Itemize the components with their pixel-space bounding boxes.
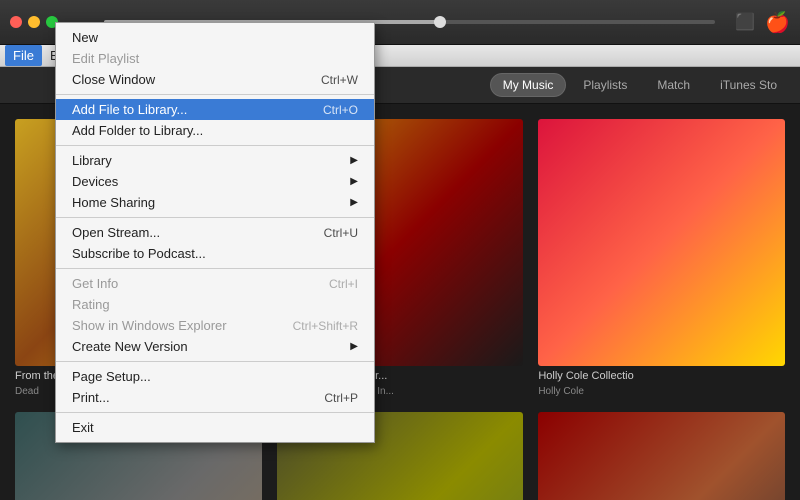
shortcut-label: Ctrl+I [329, 277, 358, 291]
dropdown-item-home-sharing[interactable]: Home Sharing ▶ [56, 192, 374, 213]
tab-itunes-sto[interactable]: iTunes Sto [707, 73, 790, 97]
shortcut-label: Ctrl+P [324, 391, 358, 405]
dropdown-item-print[interactable]: Print... Ctrl+P [56, 387, 374, 408]
submenu-arrow: ▶ [350, 155, 358, 166]
menu-item-file[interactable]: File [5, 45, 42, 66]
menu-separator [56, 412, 374, 413]
dropdown-item-devices[interactable]: Devices ▶ [56, 171, 374, 192]
dropdown-item-new[interactable]: New [56, 27, 374, 48]
dropdown-item-add-folder-to-library[interactable]: Add Folder to Library... [56, 120, 374, 141]
album-card[interactable]: Various PositionsLeonard Cohen [538, 412, 785, 500]
dropdown-item-close-window[interactable]: Close Window Ctrl+W [56, 69, 374, 90]
minimize-button[interactable] [28, 16, 40, 28]
menu-label: Create New Version [72, 339, 188, 354]
menu-label: Subscribe to Podcast... [72, 246, 206, 261]
tab-playlists[interactable]: Playlists [570, 73, 640, 97]
menu-label: New [72, 30, 98, 45]
menu-label: Add Folder to Library... [72, 123, 203, 138]
dropdown-item-add-file-to-library[interactable]: Add File to Library... Ctrl+O [56, 99, 374, 120]
submenu-arrow: ▶ [350, 341, 358, 352]
close-button[interactable] [10, 16, 22, 28]
submenu-arrow: ▶ [350, 197, 358, 208]
dropdown-item-show-in-windows-explorer: Show in Windows Explorer Ctrl+Shift+R [56, 315, 374, 336]
menu-separator [56, 217, 374, 218]
menu-label: Library [72, 153, 112, 168]
dropdown-item-edit-playlist: Edit Playlist [56, 48, 374, 69]
menu-label: Add File to Library... [72, 102, 187, 117]
dropdown-item-subscribe-to-podcast[interactable]: Subscribe to Podcast... [56, 243, 374, 264]
album-card[interactable]: Holly Cole Collectio Holly Cole [538, 119, 785, 397]
shortcut-label: Ctrl+U [324, 226, 358, 240]
menu-label: Print... [72, 390, 110, 405]
tab-my-music[interactable]: My Music [490, 73, 567, 97]
menu-label: Show in Windows Explorer [72, 318, 227, 333]
menu-label: Close Window [72, 72, 155, 87]
album-art [538, 119, 785, 366]
dropdown-item-get-info: Get Info Ctrl+I [56, 273, 374, 294]
menu-separator [56, 94, 374, 95]
apple-logo: 🍎 [765, 10, 790, 35]
menu-label: Rating [72, 297, 110, 312]
album-artist: Holly Cole [538, 386, 785, 397]
airplay-icon[interactable]: ⬛ [735, 12, 755, 32]
menu-label: Page Setup... [72, 369, 151, 384]
menu-label: Get Info [72, 276, 118, 291]
album-art [538, 412, 785, 500]
dropdown-item-rating: Rating [56, 294, 374, 315]
progress-thumb [434, 16, 446, 28]
file-dropdown: New Edit Playlist Close Window Ctrl+W Add Fi… [55, 22, 375, 443]
dropdown-item-exit[interactable]: Exit [56, 417, 374, 438]
submenu-arrow: ▶ [350, 176, 358, 187]
dropdown-item-page-setup[interactable]: Page Setup... [56, 366, 374, 387]
menu-separator [56, 145, 374, 146]
menu-label: Open Stream... [72, 225, 160, 240]
dropdown-item-library[interactable]: Library ▶ [56, 150, 374, 171]
shortcut-label: Ctrl+Shift+R [293, 319, 358, 333]
tab-match[interactable]: Match [644, 73, 703, 97]
shortcut-label: Ctrl+W [321, 73, 358, 87]
menu-label: Edit Playlist [72, 51, 139, 66]
window-controls [10, 16, 58, 28]
menu-separator [56, 361, 374, 362]
dropdown-item-open-stream[interactable]: Open Stream... Ctrl+U [56, 222, 374, 243]
album-title: Holly Cole Collectio [538, 370, 785, 382]
menu-label: Devices [72, 174, 118, 189]
dropdown-item-create-new-version[interactable]: Create New Version ▶ [56, 336, 374, 357]
shortcut-label: Ctrl+O [323, 103, 358, 117]
menu-label: Exit [72, 420, 94, 435]
menu-label: Home Sharing [72, 195, 155, 210]
menu-separator [56, 268, 374, 269]
